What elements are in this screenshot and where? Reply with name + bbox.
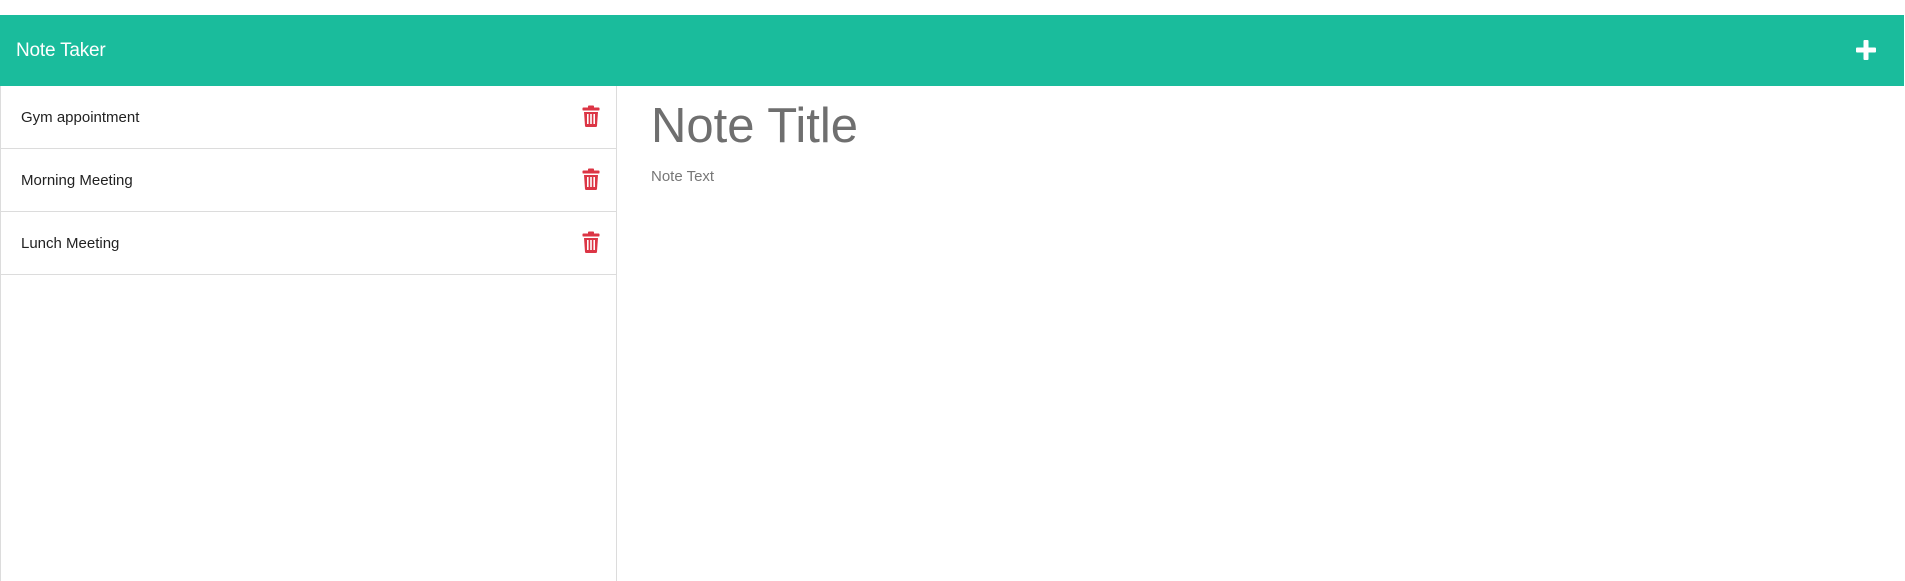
note-title-input[interactable]	[651, 96, 1751, 156]
trash-icon	[582, 105, 600, 127]
brand-title[interactable]: Note Taker	[16, 15, 106, 86]
trash-icon	[582, 168, 600, 190]
list-item[interactable]: Lunch Meeting	[1, 212, 616, 275]
note-item-title[interactable]: Lunch Meeting	[21, 212, 119, 275]
list-item[interactable]: Gym appointment	[1, 86, 616, 149]
main-content: Gym appointment Morning Meeting Lunch Me…	[0, 86, 1904, 581]
note-item-title[interactable]: Gym appointment	[21, 86, 139, 149]
plus-icon	[1856, 40, 1876, 60]
note-item-title[interactable]: Morning Meeting	[21, 149, 133, 212]
navbar: Note Taker	[0, 15, 1904, 86]
trash-icon	[582, 231, 600, 253]
delete-note-button[interactable]	[582, 168, 600, 190]
list-item[interactable]: Morning Meeting	[1, 149, 616, 212]
notes-list: Gym appointment Morning Meeting Lunch Me…	[0, 86, 617, 581]
delete-note-button[interactable]	[582, 231, 600, 253]
note-taker-app: Note Taker Gym appointment Morning Meeti…	[0, 15, 1904, 581]
new-note-button[interactable]	[1853, 37, 1879, 63]
note-text-input[interactable]	[651, 166, 1751, 466]
note-editor	[651, 86, 1851, 581]
delete-note-button[interactable]	[582, 105, 600, 127]
